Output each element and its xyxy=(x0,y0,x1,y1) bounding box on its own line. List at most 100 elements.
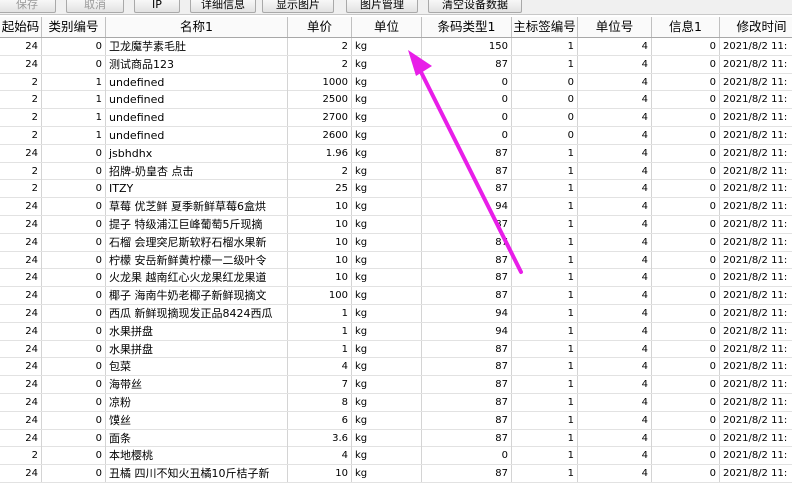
header-main-label-id[interactable]: 主标签编号 xyxy=(512,17,578,37)
header-category-id[interactable]: 类别编号 xyxy=(42,17,106,37)
cell-unit-no[interactable]: 4 xyxy=(578,109,652,127)
cell-unit-price[interactable]: 7 xyxy=(288,376,352,394)
ip-button[interactable]: IP xyxy=(134,0,180,13)
cell-modified-time[interactable]: 2021/8/2 11: xyxy=(720,358,792,375)
cell-barcode-type[interactable]: 94 xyxy=(422,305,512,322)
cell-main-label-id[interactable]: 1 xyxy=(512,251,578,269)
cell-barcode-type[interactable]: 87 xyxy=(422,287,512,305)
cell-info[interactable]: 0 xyxy=(652,144,720,162)
cell-name[interactable]: 海带丝 xyxy=(106,376,288,394)
cell-modified-time[interactable]: 2021/8/2 11: xyxy=(720,38,792,55)
cell-unit[interactable]: kg xyxy=(352,411,422,429)
cell-name[interactable]: 卫龙魔芋素毛肚 xyxy=(106,38,288,55)
cell-main-label-id[interactable]: 1 xyxy=(512,198,578,216)
show-image-button[interactable]: 显示图片 xyxy=(262,0,334,13)
cell-unit-price[interactable]: 25 xyxy=(288,180,352,198)
cell-unit[interactable]: kg xyxy=(352,376,422,394)
cell-main-label-id[interactable]: 1 xyxy=(512,465,578,483)
cell-category-id[interactable]: 0 xyxy=(42,358,106,376)
cell-unit-no[interactable]: 4 xyxy=(578,216,652,233)
cell-modified-time[interactable]: 2021/8/2 11: xyxy=(720,269,792,286)
cell-unit-no[interactable]: 4 xyxy=(578,429,652,447)
cell-start-code[interactable]: 24 xyxy=(0,429,42,447)
cell-main-label-id[interactable]: 0 xyxy=(512,109,578,127)
cell-barcode-type[interactable]: 87 xyxy=(422,144,512,162)
cell-barcode-type[interactable]: 87 xyxy=(422,340,512,358)
cell-unit-no[interactable]: 4 xyxy=(578,465,652,483)
cell-name[interactable]: 草莓 优芝鲜 夏季新鲜草莓6盒烘 xyxy=(106,198,288,216)
cell-main-label-id[interactable]: 1 xyxy=(512,216,578,233)
cell-main-label-id[interactable]: 1 xyxy=(512,38,578,55)
cell-unit-no[interactable]: 4 xyxy=(578,162,652,180)
cell-modified-time[interactable]: 2021/8/2 11: xyxy=(720,252,792,269)
cell-modified-time[interactable]: 2021/8/2 11: xyxy=(720,163,792,180)
cell-category-id[interactable]: 0 xyxy=(42,233,106,251)
cell-name[interactable]: jsbhdhx xyxy=(106,144,288,162)
cell-main-label-id[interactable]: 1 xyxy=(512,447,578,465)
table-row[interactable]: 24 0 柠檬 安岳新鲜黄柠檬一二级叶令 10 kg 87 1 4 0 2021/8/2 11: xyxy=(0,251,792,270)
cell-start-code[interactable]: 2 xyxy=(0,447,42,465)
cell-unit[interactable]: kg xyxy=(352,429,422,447)
cell-category-id[interactable]: 0 xyxy=(42,162,106,180)
cell-unit-price[interactable]: 2700 xyxy=(288,109,352,127)
cell-unit-price[interactable]: 4 xyxy=(288,447,352,465)
table-row[interactable]: 24 0 水果拼盘 1 kg 87 1 4 0 2021/8/2 11: xyxy=(0,340,792,359)
cell-category-id[interactable]: 0 xyxy=(42,376,106,394)
cell-start-code[interactable]: 24 xyxy=(0,287,42,305)
cell-name[interactable]: 本地樱桃 xyxy=(106,447,288,465)
cell-barcode-type[interactable]: 87 xyxy=(422,465,512,483)
cell-info[interactable]: 0 xyxy=(652,198,720,216)
cell-category-id[interactable]: 0 xyxy=(42,411,106,429)
cell-category-id[interactable]: 0 xyxy=(42,180,106,198)
cell-info[interactable]: 0 xyxy=(652,447,720,465)
cell-info[interactable]: 0 xyxy=(652,340,720,358)
cell-start-code[interactable]: 24 xyxy=(0,198,42,216)
cell-modified-time[interactable]: 2021/8/2 11: xyxy=(720,341,792,358)
cell-info[interactable]: 0 xyxy=(652,55,720,73)
cell-main-label-id[interactable]: 1 xyxy=(512,305,578,322)
header-start-code[interactable]: 起始码 xyxy=(0,17,42,37)
cell-barcode-type[interactable]: 87 xyxy=(422,233,512,251)
cell-barcode-type[interactable]: 87 xyxy=(422,55,512,73)
cell-info[interactable]: 0 xyxy=(652,376,720,394)
cell-name[interactable]: 丑橘 四川不知火丑橘10斤桔子新 xyxy=(106,465,288,483)
cell-barcode-type[interactable]: 87 xyxy=(422,394,512,411)
cell-name[interactable]: 水果拼盘 xyxy=(106,322,288,340)
cell-category-id[interactable]: 0 xyxy=(42,394,106,411)
cell-unit-no[interactable]: 4 xyxy=(578,269,652,287)
cell-start-code[interactable]: 24 xyxy=(0,216,42,233)
cell-category-id[interactable]: 0 xyxy=(42,251,106,269)
cell-barcode-type[interactable]: 87 xyxy=(422,162,512,180)
cell-modified-time[interactable]: 2021/8/2 11: xyxy=(720,287,792,304)
cell-unit-price[interactable]: 10 xyxy=(288,198,352,216)
cell-unit[interactable]: kg xyxy=(352,340,422,358)
table-row[interactable]: 2 1 undefined 2500 kg 0 0 4 0 2021/8/2 11: xyxy=(0,91,792,110)
cell-start-code[interactable]: 24 xyxy=(0,322,42,340)
cell-unit-no[interactable]: 4 xyxy=(578,358,652,376)
cell-unit-price[interactable]: 10 xyxy=(288,233,352,251)
cell-name[interactable]: undefined xyxy=(106,73,288,91)
cell-info[interactable]: 0 xyxy=(652,251,720,269)
cell-name[interactable]: 柠檬 安岳新鲜黄柠檬一二级叶令 xyxy=(106,251,288,269)
table-row[interactable]: 24 0 面条 3.6 kg 87 1 4 0 2021/8/2 11: xyxy=(0,429,792,448)
cell-main-label-id[interactable]: 1 xyxy=(512,269,578,287)
cell-unit-price[interactable]: 4 xyxy=(288,358,352,376)
cell-category-id[interactable]: 0 xyxy=(42,465,106,483)
cell-name[interactable]: ITZY xyxy=(106,180,288,198)
cell-modified-time[interactable]: 2021/8/2 11: xyxy=(720,465,792,482)
cell-modified-time[interactable]: 2021/8/2 11: xyxy=(720,145,792,162)
cell-modified-time[interactable]: 2021/8/2 11: xyxy=(720,234,792,251)
cell-category-id[interactable]: 0 xyxy=(42,429,106,447)
table-row[interactable]: 24 0 火龙果 越南红心火龙果红龙果道 10 kg 87 1 4 0 2021/8/2 11: xyxy=(0,269,792,288)
cell-unit-no[interactable]: 4 xyxy=(578,376,652,394)
cell-category-id[interactable]: 0 xyxy=(42,305,106,322)
table-row[interactable]: 24 0 石榴 会理突尼斯软籽石榴水果新 10 kg 87 1 4 0 2021/8/2 11: xyxy=(0,233,792,252)
cell-modified-time[interactable]: 2021/8/2 11: xyxy=(720,394,792,411)
cell-unit-no[interactable]: 4 xyxy=(578,411,652,429)
cell-modified-time[interactable]: 2021/8/2 11: xyxy=(720,447,792,464)
cell-info[interactable]: 0 xyxy=(652,216,720,233)
cell-unit[interactable]: kg xyxy=(352,162,422,180)
cell-main-label-id[interactable]: 1 xyxy=(512,180,578,198)
cell-modified-time[interactable]: 2021/8/2 11: xyxy=(720,127,792,144)
cell-unit-price[interactable]: 1 xyxy=(288,340,352,358)
